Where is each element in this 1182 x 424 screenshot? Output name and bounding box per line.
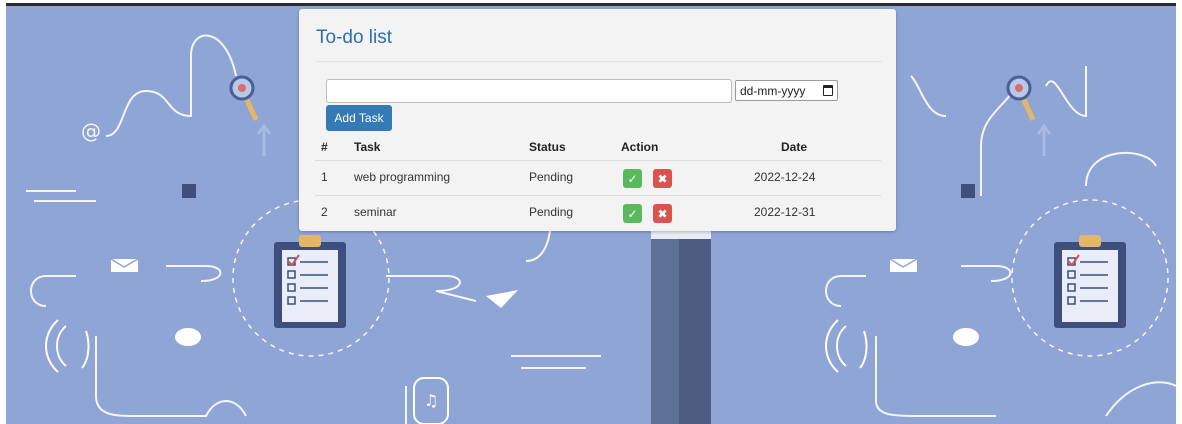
x-icon: ✖ [657,206,668,221]
x-icon: ✖ [657,171,668,186]
check-square-icon: ✓ [627,171,638,186]
task-name: seminar [354,205,397,219]
complete-button[interactable]: ✓ [623,169,642,188]
row-divider [315,195,881,196]
add-task-button[interactable]: Add Task [326,105,392,131]
table-header-divider [315,160,881,161]
delete-button[interactable]: ✖ [653,204,672,223]
header-task: Task [354,140,381,154]
delete-button[interactable]: ✖ [653,169,672,188]
divider [316,61,882,62]
task-date: 2022-12-24 [754,170,816,184]
task-input[interactable] [326,79,732,103]
header-number: # [321,140,328,154]
row-number: 2 [321,205,328,219]
date-input[interactable]: dd-mm-yyyy [735,80,838,101]
task-status: Pending [529,170,574,184]
svg-text:@: @ [81,119,101,143]
calendar-icon[interactable] [823,85,833,96]
todo-card: To-do list dd-mm-yyyy Add Task # Task St… [299,9,896,231]
header-status: Status [529,140,566,154]
svg-text:♫: ♫ [424,391,438,410]
header-action: Action [621,140,659,154]
page-title: To-do list [316,27,393,48]
task-name: web programming [354,170,451,184]
task-status: Pending [529,205,574,219]
check-square-icon: ✓ [627,206,638,221]
header-date: Date [781,140,808,154]
date-placeholder: dd-mm-yyyy [740,83,806,98]
complete-button[interactable]: ✓ [623,204,642,223]
task-date: 2022-12-31 [754,205,816,219]
row-number: 1 [321,170,328,184]
